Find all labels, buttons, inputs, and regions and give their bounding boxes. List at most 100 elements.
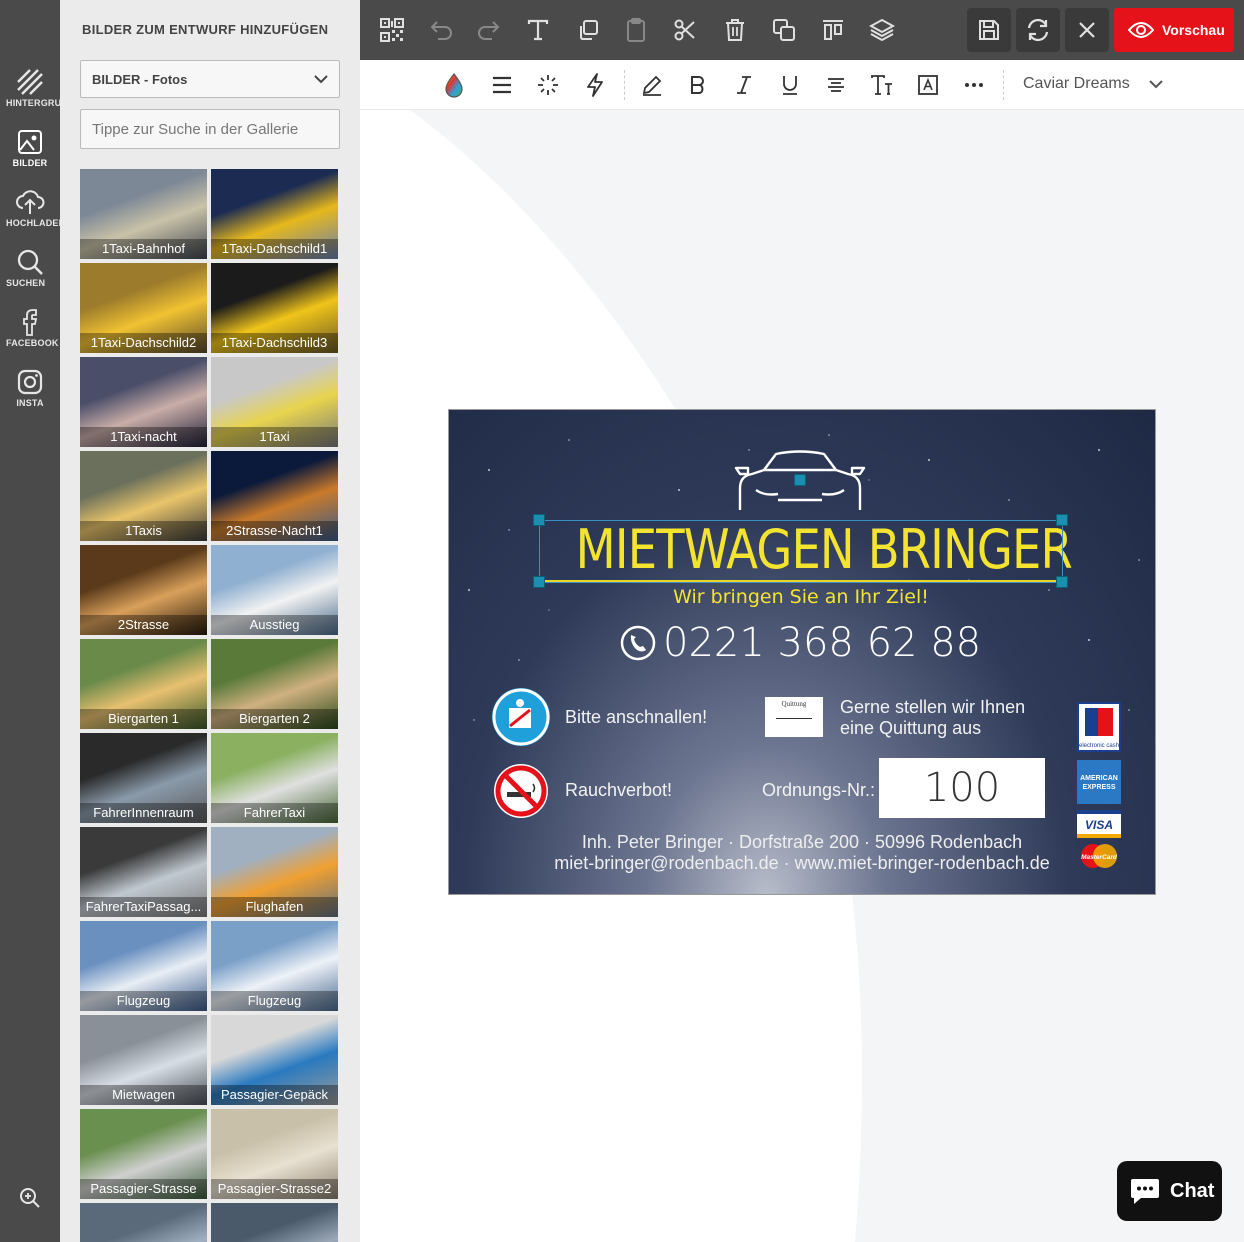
gallery-image-tile[interactable]: 1Taxi-nacht <box>80 357 207 447</box>
visa-card-logo: VISA <box>1077 810 1121 843</box>
svg-text:MasterCard: MasterCard <box>1081 854 1118 861</box>
gallery-search-input[interactable] <box>80 109 340 149</box>
qr-code-icon[interactable] <box>377 15 407 45</box>
color-drop-icon[interactable] <box>441 72 467 98</box>
gallery-image-tile[interactable]: Mietwagen <box>80 1015 207 1105</box>
preview-label: Vorschau <box>1162 22 1225 38</box>
receipt-text-line-2[interactable]: eine Quittung aus <box>840 718 981 739</box>
align-top-icon[interactable] <box>818 15 848 45</box>
gallery-image-tile[interactable] <box>211 1203 338 1242</box>
copy-style-icon[interactable] <box>573 15 603 45</box>
font-size-icon[interactable] <box>869 72 895 98</box>
bold-icon[interactable] <box>685 72 711 98</box>
gallery-image-tile[interactable]: FahrerInnenraum <box>80 733 207 823</box>
image-panel: BILDER ZUM ENTWURF HINZUFÜGEN BILDER - F… <box>60 0 410 1242</box>
more-options-icon[interactable] <box>961 72 987 98</box>
phone-row[interactable]: 0221 368 62 88 <box>619 620 989 666</box>
pen-icon[interactable] <box>639 72 665 98</box>
rail-label: HOCHLADEN <box>6 218 60 228</box>
rail-item-instagram[interactable]: INSTA <box>0 362 60 422</box>
business-card[interactable]: MIETWAGEN BRINGER Wir bringen Sie an Ihr… <box>448 409 1156 895</box>
resize-handle-bottom-left[interactable] <box>533 576 545 588</box>
gallery-image-tile[interactable]: 1Taxi-Bahnhof <box>80 169 207 259</box>
zoom-in-icon[interactable] <box>19 1187 41 1214</box>
gallery-image-caption: 1Taxis <box>80 521 207 541</box>
gallery-image-tile[interactable]: FahrerTaxi <box>211 733 338 823</box>
receipt-icon: Quittung <box>765 697 823 737</box>
rail-label: HINTERGRUND <box>6 98 60 108</box>
tagline-text[interactable]: Wir bringen Sie an Ihr Ziel! <box>569 586 1033 608</box>
undo-icon[interactable] <box>426 15 456 45</box>
gallery-image-tile[interactable]: 1Taxi-Dachschild3 <box>211 263 338 353</box>
duplicate-icon[interactable] <box>769 15 799 45</box>
gallery-image-tile[interactable]: Passagier-Gepäck <box>211 1015 338 1105</box>
gallery-image-caption: FahrerTaxiPassag... <box>80 897 207 917</box>
category-select-value: BILDER - Fotos <box>92 72 188 87</box>
gallery-image-tile[interactable]: Ausstieg <box>211 545 338 635</box>
gallery-image-tile[interactable]: FahrerTaxiPassag... <box>80 827 207 917</box>
format-toolbar: Caviar Dreams <box>360 60 1244 110</box>
gallery-image-caption: Passagier-Strasse2 <box>211 1179 338 1199</box>
gallery-image-tile[interactable]: 2Strasse <box>80 545 207 635</box>
align-center-icon[interactable] <box>823 72 849 98</box>
chat-button[interactable]: Chat <box>1117 1161 1222 1221</box>
footer-contact[interactable]: miet-bringer@rodenbach.de · www.miet-bri… <box>449 853 1155 874</box>
seatbelt-text[interactable]: Bitte anschnallen! <box>565 707 707 728</box>
rotate-handle[interactable] <box>794 474 806 486</box>
gallery-image-tile[interactable]: Passagier-Strasse2 <box>211 1109 338 1199</box>
resize-handle-top-right[interactable] <box>1056 514 1068 526</box>
order-number-label[interactable]: Ordnungs-Nr.: <box>762 780 875 801</box>
text-box-icon[interactable] <box>915 72 941 98</box>
gallery-image-tile[interactable] <box>80 1203 207 1242</box>
add-text-icon[interactable] <box>523 15 553 45</box>
preview-button[interactable]: Vorschau <box>1114 8 1234 52</box>
footer-address[interactable]: Inh. Peter Bringer · Dorfstraße 200 · 50… <box>449 832 1155 853</box>
toolbar-divider <box>1003 70 1004 100</box>
save-button[interactable] <box>967 8 1011 52</box>
resize-handle-top-left[interactable] <box>533 514 545 526</box>
italic-icon[interactable] <box>731 72 757 98</box>
rail-label: FACEBOOK <box>6 338 59 348</box>
rail-item-search[interactable]: SUCHEN <box>0 242 60 302</box>
scissors-icon[interactable] <box>670 15 700 45</box>
gallery-image-tile[interactable]: 1Taxi-Dachschild2 <box>80 263 207 353</box>
close-button[interactable] <box>1065 8 1109 52</box>
order-number-box[interactable]: 100 <box>879 758 1045 818</box>
gallery-image-caption: FahrerInnenraum <box>80 803 207 823</box>
paste-icon[interactable] <box>621 15 651 45</box>
rail-item-images[interactable]: BILDER <box>0 122 60 182</box>
resize-handle-bottom-right[interactable] <box>1056 576 1068 588</box>
top-toolbar: Vorschau <box>360 0 1244 60</box>
cloud-upload-icon <box>16 190 45 214</box>
line-height-icon[interactable] <box>489 72 515 98</box>
gallery-image-tile[interactable]: Flugzeug <box>80 921 207 1011</box>
gallery-image-tile[interactable]: 1Taxis <box>80 451 207 541</box>
rail-item-background[interactable]: HINTERGRUND <box>0 62 60 122</box>
rail-item-upload[interactable]: HOCHLADEN <box>0 182 60 242</box>
redo-icon[interactable] <box>474 15 504 45</box>
gallery-image-caption: FahrerTaxi <box>211 803 338 823</box>
font-family-select[interactable]: Caviar Dreams <box>1023 75 1164 93</box>
gallery-image-tile[interactable]: 1Taxi-Dachschild1 <box>211 169 338 259</box>
gallery-image-tile[interactable]: Biergarten 2 <box>211 639 338 729</box>
gallery-image-tile[interactable]: 1Taxi <box>211 357 338 447</box>
layers-icon[interactable] <box>867 15 897 45</box>
gallery-image-tile[interactable]: Flugzeug <box>211 921 338 1011</box>
refresh-button[interactable] <box>1016 8 1060 52</box>
chevron-down-icon <box>1149 80 1163 89</box>
gallery-image-caption: 1Taxi-Dachschild2 <box>80 333 207 353</box>
underline-icon[interactable] <box>777 72 803 98</box>
rail-item-facebook[interactable]: FACEBOOK <box>0 302 60 362</box>
category-select[interactable]: BILDER - Fotos <box>80 60 340 98</box>
no-smoking-text[interactable]: Rauchverbot! <box>565 780 672 801</box>
gallery-image-tile[interactable]: 2Strasse-Nacht1 <box>211 451 338 541</box>
trash-icon[interactable] <box>720 15 750 45</box>
phone-number: 0221 368 62 88 <box>663 620 982 666</box>
svg-text:EXPRESS: EXPRESS <box>1082 784 1115 791</box>
gallery-image-tile[interactable]: Passagier-Strasse <box>80 1109 207 1199</box>
receipt-text-line-1[interactable]: Gerne stellen wir Ihnen <box>840 697 1025 718</box>
effects-sparkle-icon[interactable] <box>535 72 561 98</box>
gallery-image-tile[interactable]: Flughafen <box>211 827 338 917</box>
gallery-image-tile[interactable]: Biergarten 1 <box>80 639 207 729</box>
lightning-icon[interactable] <box>582 72 608 98</box>
